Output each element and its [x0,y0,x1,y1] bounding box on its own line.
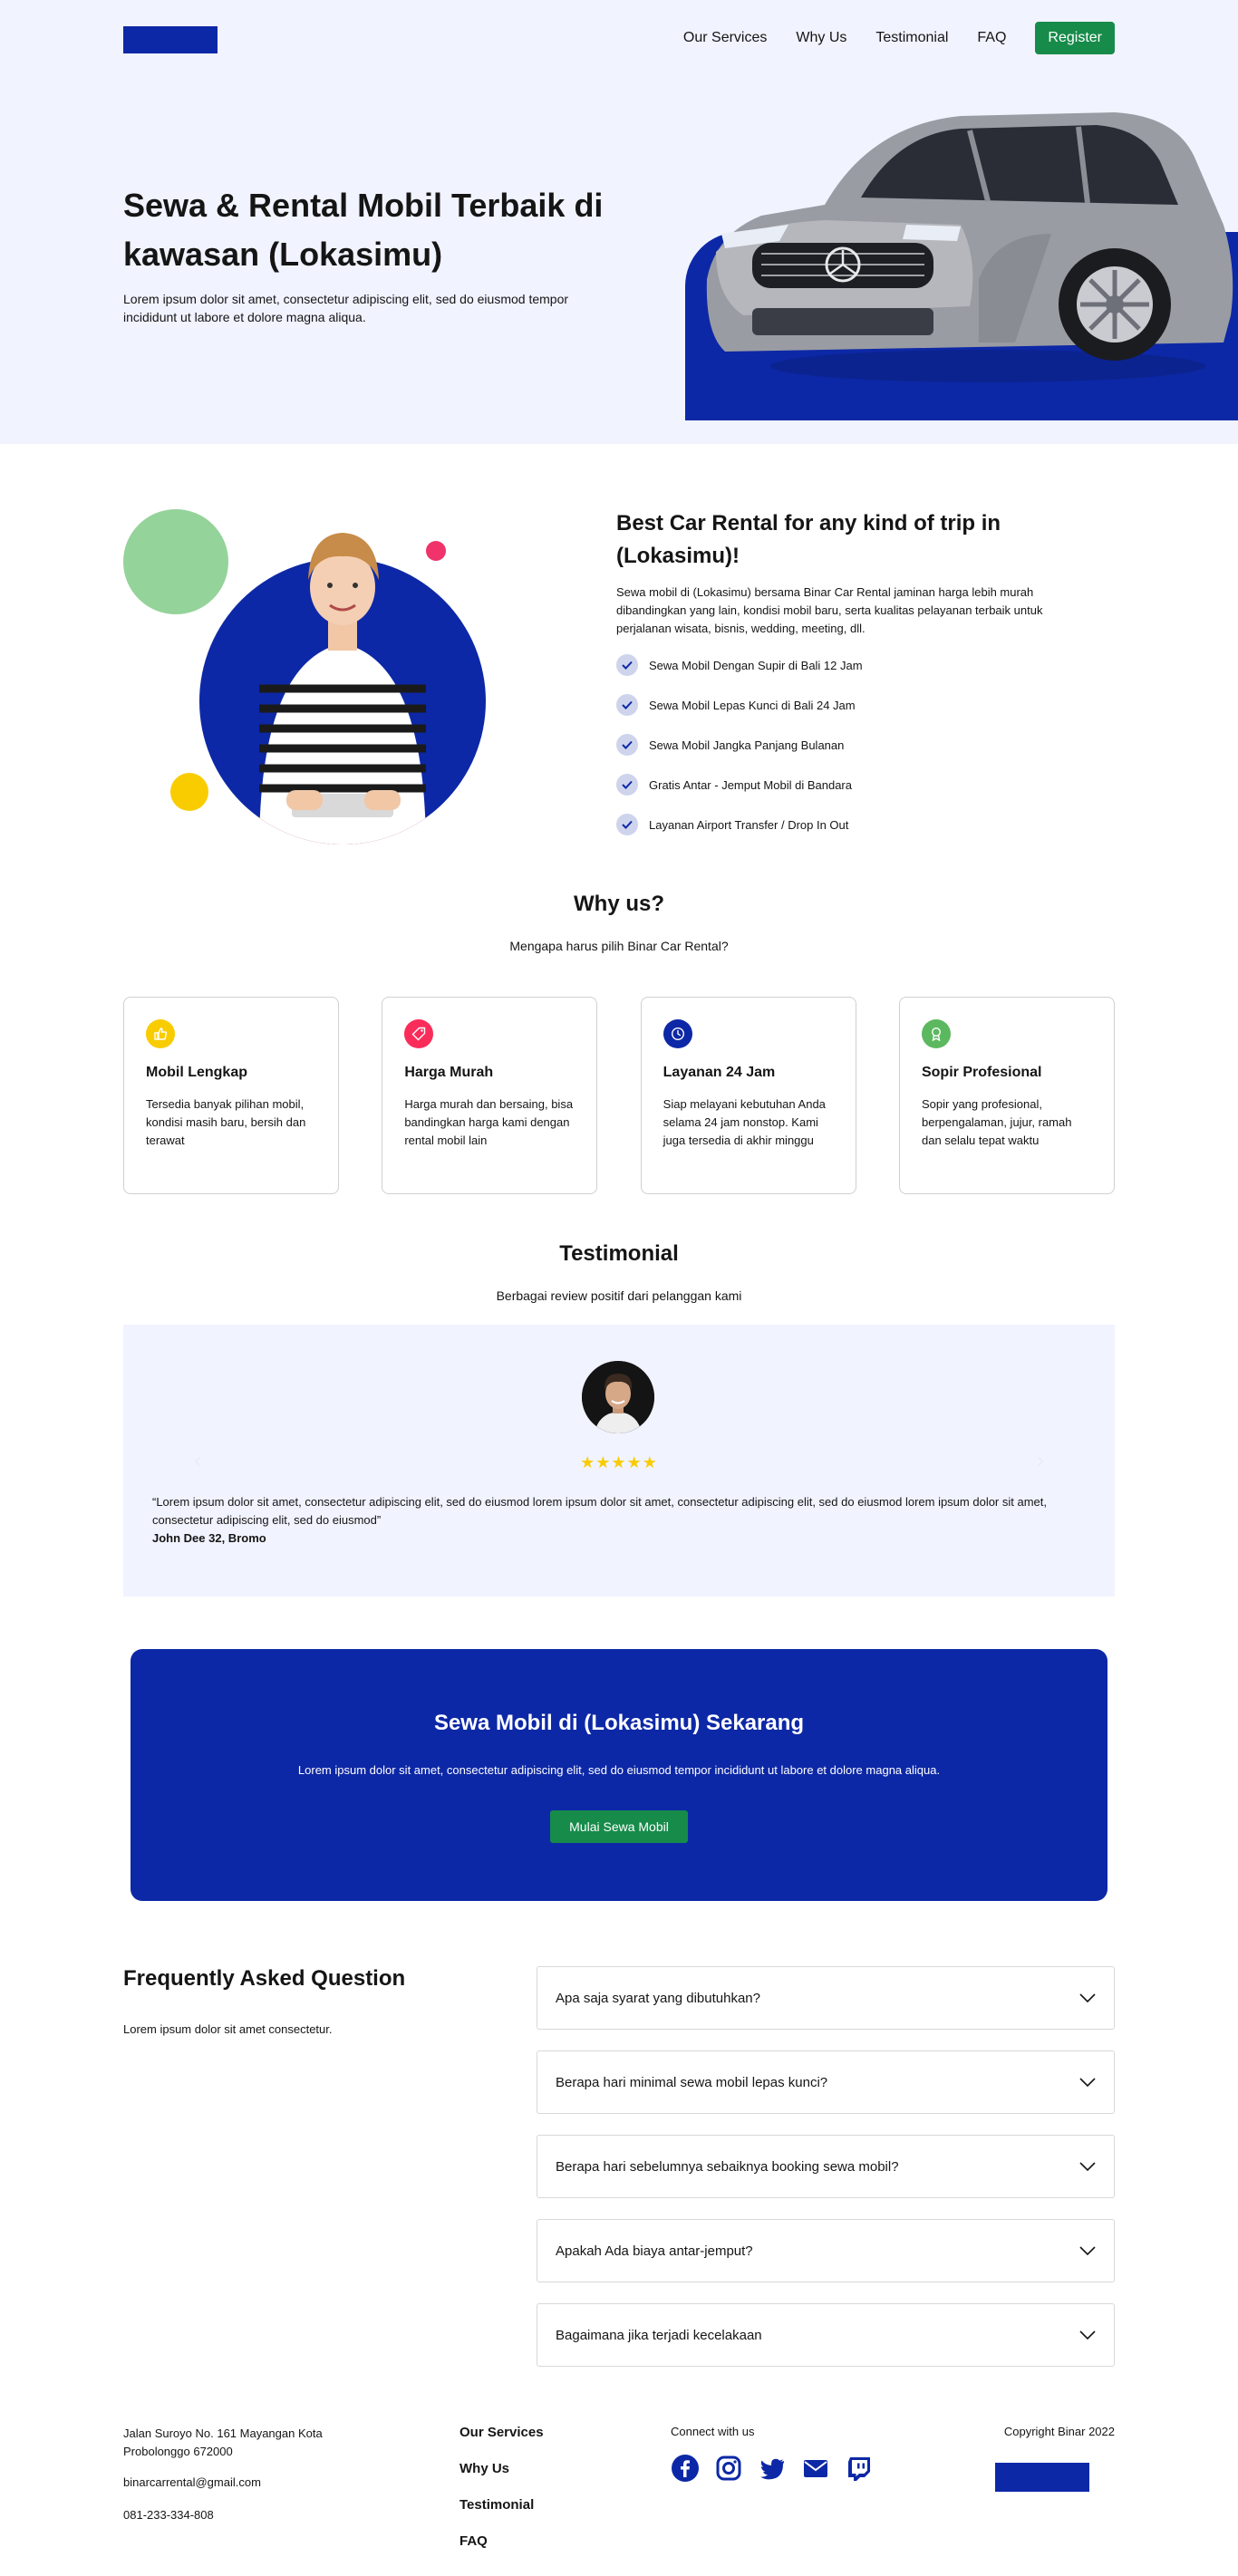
nav-faq[interactable]: FAQ [977,30,1006,46]
instagram-icon[interactable] [714,2454,743,2483]
why-card-title: Layanan 24 Jam [663,1065,776,1080]
footer: Jalan Suroyo No. 161 Mayangan Kota Probo… [123,2425,1115,2561]
why-card-harga-murah: Harga Murah Harga murah dan bersaing, bi… [382,997,598,1194]
faq-item[interactable]: Apa saja syarat yang dibutuhkan? [537,1966,1115,2030]
social-links [671,2454,874,2483]
check-icon [616,814,638,835]
cta-title: Sewa Mobil di (Lokasimu) Sekarang [433,1711,805,1735]
footer-nav-faq[interactable]: FAQ [459,2533,544,2570]
faq-subtitle: Lorem ipsum dolor sit amet consectetur. [123,2022,333,2036]
why-card-text: Sopir yang profesional, berpengalaman, j… [921,1097,1072,1147]
list-item: Sewa Mobil Jangka Panjang Bulanan [616,734,863,756]
nav-testimonial[interactable]: Testimonial [875,30,948,46]
testimonial-author: John Dee 32, Bromo [152,1531,266,1545]
top-nav: Our Services Why Us Testimonial FAQ Regi… [683,22,1115,54]
nav-why-us[interactable]: Why Us [796,30,846,46]
footer-nav-testimonial[interactable]: Testimonial [459,2497,544,2533]
faq-question: Berapa hari minimal sewa mobil lepas kun… [556,2074,828,2090]
chevron-down-icon [1079,2078,1096,2087]
why-us-subtitle: Mengapa harus pilih Binar Car Rental? [509,939,729,953]
clock-icon [663,1019,692,1048]
twitch-icon[interactable] [845,2454,874,2483]
start-rental-button[interactable]: Mulai Sewa Mobil [550,1810,688,1843]
hero-title: Sewa & Rental Mobil Terbaik di kawasan (… [123,187,604,273]
faq-item[interactable]: Berapa hari sebelumnya sebaiknya booking… [537,2135,1115,2198]
why-card-text: Siap melayani kebutuhan Anda selama 24 j… [663,1097,826,1147]
chevron-down-icon [1079,2162,1096,2171]
chevron-down-icon [1079,2330,1096,2340]
register-button[interactable]: Register [1035,22,1115,54]
award-icon [921,1019,951,1048]
list-item: Gratis Antar - Jemput Mobil di Bandara [616,774,863,796]
why-card-title: Sopir Profesional [921,1065,1042,1080]
why-us-title: Why us? [574,892,664,916]
rating-stars: ★★★★★ [580,1453,658,1471]
footer-logo[interactable] [995,2463,1089,2492]
nav-our-services[interactable]: Our Services [683,30,767,46]
footer-nav: Our Services Why Us Testimonial FAQ [459,2425,544,2570]
service-item-label: Gratis Antar - Jemput Mobil di Bandara [649,777,852,792]
cta-banner: Sewa Mobil di (Lokasimu) Sekarang Lorem … [131,1649,1107,1901]
thumbs-up-icon [146,1019,175,1048]
faq-item[interactable]: Apakah Ada biaya antar-jemput? [537,2219,1115,2282]
check-icon [616,734,638,756]
faq-question: Apakah Ada biaya antar-jemput? [556,2243,753,2259]
service-item-label: Layanan Airport Transfer / Drop In Out [649,817,849,832]
testimonial-title: Testimonial [559,1241,679,1266]
faq-item[interactable]: Berapa hari minimal sewa mobil lepas kun… [537,2050,1115,2114]
twitter-icon[interactable] [758,2454,787,2483]
list-item: Sewa Mobil Dengan Supir di Bali 12 Jam [616,654,863,676]
testimonial-quote: “Lorem ipsum dolor sit amet, consectetur… [152,1495,1047,1527]
testimonial-card: ‹ › ★★★★★ “Lorem ipsum dolor sit amet, c… [123,1325,1115,1597]
faq-question: Berapa hari sebelumnya sebaiknya booking… [556,2158,899,2175]
faq-question: Apa saja syarat yang dibutuhkan? [556,1990,760,2006]
hero-description: Lorem ipsum dolor sit amet, consectetur … [123,292,569,324]
why-card-text: Harga murah dan bersaing, bisa bandingka… [404,1097,574,1147]
why-card-mobil-lengkap: Mobil Lengkap Tersedia banyak pilihan mo… [123,997,339,1194]
connect-label: Connect with us [671,2425,755,2438]
service-item-label: Sewa Mobil Dengan Supir di Bali 12 Jam [649,658,863,672]
facebook-icon[interactable] [671,2454,700,2483]
avatar [582,1361,654,1433]
why-card-text: Tersedia banyak pilihan mobil, kondisi m… [146,1097,306,1147]
list-item: Layanan Airport Transfer / Drop In Out [616,814,863,835]
footer-nav-our-services[interactable]: Our Services [459,2425,544,2461]
why-card-title: Harga Murah [404,1065,494,1080]
footer-nav-why-us[interactable]: Why Us [459,2461,544,2497]
footer-address: Jalan Suroyo No. 161 Mayangan Kota Probo… [123,2426,323,2458]
service-illustration [123,509,486,844]
chevron-down-icon [1079,1993,1096,2002]
copyright: Copyright Binar 2022 [1003,2425,1115,2438]
faq-list: Apa saja syarat yang dibutuhkan? Berapa … [537,1966,1115,2388]
cta-description: Lorem ipsum dolor sit amet, consectetur … [297,1763,941,1777]
why-card-title: Mobil Lengkap [146,1065,247,1080]
faq-title: Frequently Asked Question [123,1966,406,1991]
why-card-layanan-24-jam: Layanan 24 Jam Siap melayani kebutuhan A… [640,997,856,1194]
mail-icon[interactable] [801,2454,830,2483]
service-item-label: Sewa Mobil Lepas Kunci di Bali 24 Jam [649,698,856,712]
check-icon [616,654,638,676]
logo[interactable] [123,26,218,53]
hero-section: Our Services Why Us Testimonial FAQ Regi… [0,0,1238,444]
price-tag-icon [404,1019,434,1048]
footer-phone[interactable]: 081-233-334-808 [123,2508,214,2522]
services-title: Best Car Rental for any kind of trip in … [616,511,1001,568]
car-image [706,112,1233,382]
services-description: Sewa mobil di (Lokasimu) bersama Binar C… [616,585,1043,635]
faq-question: Bagaimana jika terjadi kecelakaan [556,2327,762,2343]
services-list: Sewa Mobil Dengan Supir di Bali 12 Jam S… [616,654,863,854]
why-card-sopir-profesional: Sopir Profesional Sopir yang profesional… [898,997,1115,1194]
service-item-label: Sewa Mobil Jangka Panjang Bulanan [649,738,845,752]
check-icon [616,774,638,796]
why-us-cards: Mobil Lengkap Tersedia banyak pilihan mo… [123,997,1115,1194]
testimonial-subtitle: Berbagai review positif dari pelanggan k… [496,1288,742,1303]
list-item: Sewa Mobil Lepas Kunci di Bali 24 Jam [616,694,863,716]
footer-email[interactable]: binarcarrental@gmail.com [123,2475,261,2489]
check-icon [616,694,638,716]
faq-item[interactable]: Bagaimana jika terjadi kecelakaan [537,2303,1115,2367]
chevron-down-icon [1079,2246,1096,2255]
